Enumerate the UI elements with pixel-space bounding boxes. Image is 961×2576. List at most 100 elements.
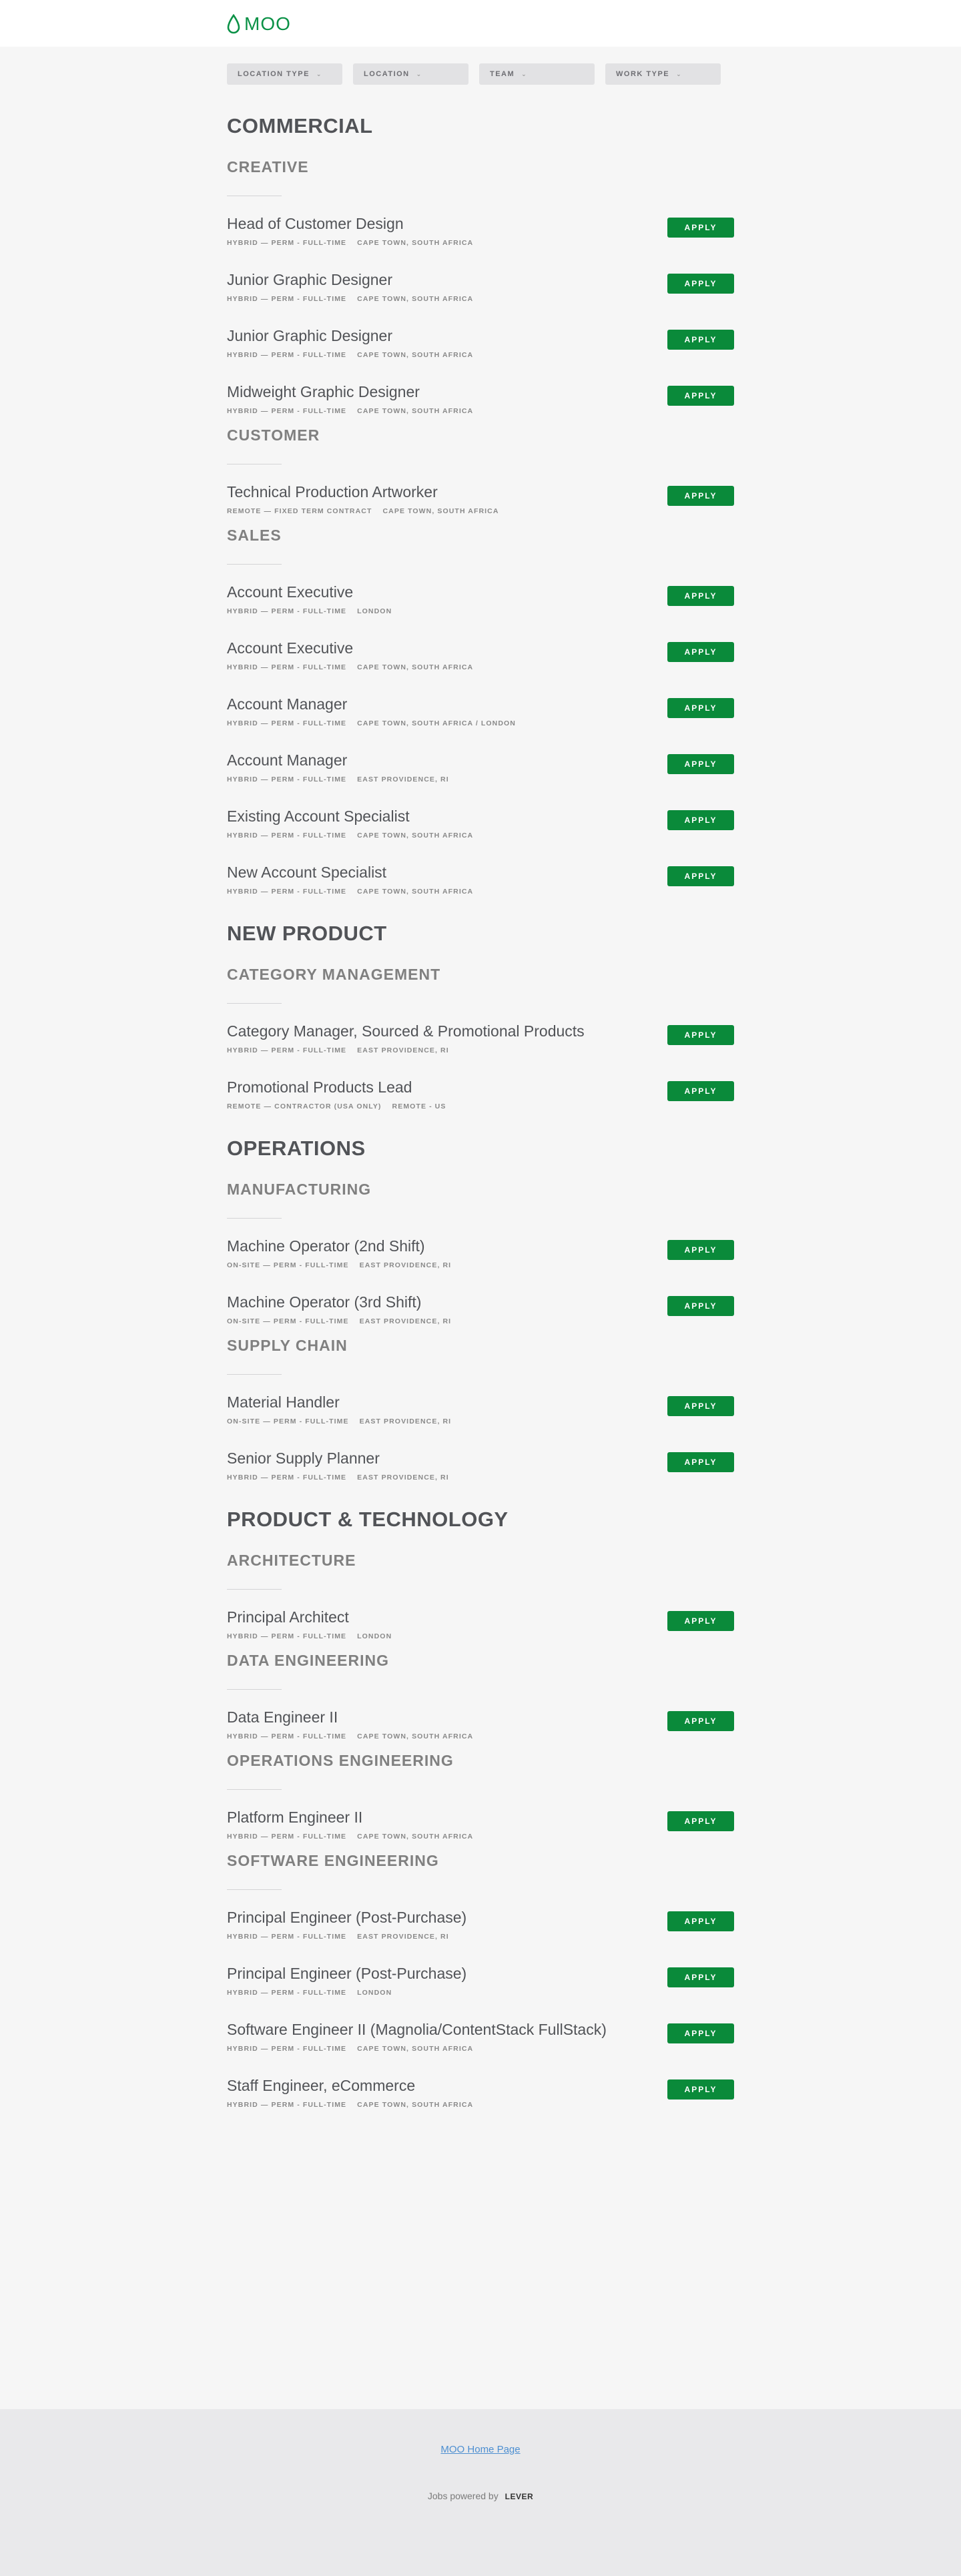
apply-button[interactable]: APPLY [667, 330, 734, 350]
job-posting[interactable]: Account Executive HYBRID — PERM - FULL-TI… [227, 583, 734, 633]
apply-button[interactable]: APPLY [667, 1711, 734, 1731]
apply-button[interactable]: APPLY [667, 2023, 734, 2043]
apply-button[interactable]: APPLY [667, 1081, 734, 1101]
job-title[interactable]: Machine Operator (3rd Shift) [227, 1293, 421, 1311]
job-title[interactable]: Senior Supply Planner [227, 1450, 380, 1468]
filter-team[interactable]: TEAM ⌄ [479, 63, 595, 85]
apply-button[interactable]: APPLY [667, 274, 734, 294]
job-title[interactable]: Platform Engineer II [227, 1809, 362, 1827]
job-meta: HYBRID — PERM - FULL-TIME CAPE TOWN, SOUT… [227, 719, 516, 727]
job-location: CAPE TOWN, SOUTH AFRICA [357, 832, 474, 840]
job-title[interactable]: Principal Architect [227, 1608, 349, 1626]
job-commitment: ON-SITE — PERM - FULL-TIME [227, 1417, 349, 1425]
department-heading: NEW PRODUCT [227, 922, 387, 945]
job-posting[interactable]: Staff Engineer, eCommerce HYBRID — PERM -… [227, 2077, 734, 2126]
job-title[interactable]: Junior Graphic Designer [227, 327, 392, 345]
job-posting[interactable]: Software Engineer II (Magnolia/ContentSt… [227, 2021, 734, 2070]
job-posting[interactable]: Category Manager, Sourced & Promotional … [227, 1022, 734, 1072]
job-title[interactable]: Material Handler [227, 1393, 340, 1411]
job-posting[interactable]: Junior Graphic Designer HYBRID — PERM - F… [227, 271, 734, 320]
apply-button[interactable]: APPLY [667, 698, 734, 718]
filter-location-type[interactable]: LOCATION TYPE ⌄ [227, 63, 342, 85]
job-posting[interactable]: Account Manager HYBRID — PERM - FULL-TIME… [227, 695, 734, 745]
job-commitment: ON-SITE — PERM - FULL-TIME [227, 1317, 349, 1325]
job-commitment: HYBRID — PERM - FULL-TIME [227, 1833, 347, 1841]
job-title[interactable]: Account Manager [227, 751, 347, 769]
job-title[interactable]: Principal Engineer (Post-Purchase) [227, 1909, 466, 1927]
team-divider [227, 1789, 282, 1790]
job-title[interactable]: Head of Customer Design [227, 215, 404, 233]
job-title[interactable]: Midweight Graphic Designer [227, 383, 420, 401]
apply-button[interactable]: APPLY [667, 754, 734, 774]
job-location: CAPE TOWN, SOUTH AFRICA [357, 2101, 474, 2109]
job-title[interactable]: Principal Engineer (Post-Purchase) [227, 1965, 466, 1983]
apply-button[interactable]: APPLY [667, 1611, 734, 1631]
team-heading: OPERATIONS ENGINEERING [227, 1752, 454, 1769]
apply-button[interactable]: APPLY [667, 486, 734, 506]
job-title[interactable]: Account Executive [227, 583, 353, 601]
team-heading: CUSTOMER [227, 426, 320, 444]
job-location: LONDON [357, 1632, 392, 1640]
job-title[interactable]: Account Executive [227, 639, 353, 657]
job-posting[interactable]: Junior Graphic Designer HYBRID — PERM - F… [227, 327, 734, 376]
job-title[interactable]: Junior Graphic Designer [227, 271, 392, 289]
apply-button[interactable]: APPLY [667, 866, 734, 886]
job-posting[interactable]: Head of Customer Design HYBRID — PERM - F… [227, 215, 734, 264]
job-commitment: HYBRID — PERM - FULL-TIME [227, 295, 347, 303]
apply-button[interactable]: APPLY [667, 642, 734, 662]
moo-logo[interactable]: MOO [227, 13, 291, 35]
job-posting[interactable]: Senior Supply Planner HYBRID — PERM - FUL… [227, 1450, 734, 1499]
apply-button[interactable]: APPLY [667, 386, 734, 406]
apply-button[interactable]: APPLY [667, 2079, 734, 2100]
apply-button[interactable]: APPLY [667, 1811, 734, 1831]
job-commitment: HYBRID — PERM - FULL-TIME [227, 775, 347, 783]
filter-location[interactable]: LOCATION ⌄ [353, 63, 468, 85]
apply-button[interactable]: APPLY [667, 1240, 734, 1260]
job-title[interactable]: Software Engineer II (Magnolia/ContentSt… [227, 2021, 607, 2039]
job-meta: HYBRID — PERM - FULL-TIME LONDON [227, 1632, 392, 1640]
apply-button[interactable]: APPLY [667, 218, 734, 238]
job-commitment: HYBRID — PERM - FULL-TIME [227, 239, 347, 247]
team-divider [227, 1589, 282, 1590]
apply-button[interactable]: APPLY [667, 1967, 734, 1987]
job-posting[interactable]: Principal Engineer (Post-Purchase) HYBRID… [227, 1909, 734, 1958]
job-meta: HYBRID — PERM - FULL-TIME CAPE TOWN, SOUT… [227, 1833, 473, 1841]
job-posting[interactable]: Account Executive HYBRID — PERM - FULL-TI… [227, 639, 734, 689]
job-meta: REMOTE — FIXED TERM CONTRACT CAPE TOWN, S… [227, 507, 499, 515]
job-title[interactable]: New Account Specialist [227, 864, 386, 882]
job-title[interactable]: Promotional Products Lead [227, 1078, 412, 1096]
job-title[interactable]: Machine Operator (2nd Shift) [227, 1237, 425, 1255]
job-location: CAPE TOWN, SOUTH AFRICA [357, 407, 474, 415]
job-posting[interactable]: Account Manager HYBRID — PERM - FULL-TIME… [227, 751, 734, 801]
team-heading: CATEGORY MANAGEMENT [227, 966, 441, 983]
job-posting[interactable]: New Account Specialist HYBRID — PERM - FU… [227, 864, 734, 913]
apply-button[interactable]: APPLY [667, 586, 734, 606]
apply-button[interactable]: APPLY [667, 810, 734, 830]
job-posting[interactable]: Existing Account Specialist HYBRID — PERM… [227, 808, 734, 857]
job-location: EAST PROVIDENCE, RI [357, 1046, 449, 1054]
logo-wordmark: MOO [244, 13, 291, 34]
lever-logo[interactable]: LEVER [505, 2492, 534, 2501]
moo-home-link[interactable]: MOO Home Page [0, 2444, 961, 2455]
job-location: LONDON [357, 607, 392, 615]
apply-button[interactable]: APPLY [667, 1296, 734, 1316]
job-meta: HYBRID — PERM - FULL-TIME EAST PROVIDENCE… [227, 1474, 449, 1482]
job-title[interactable]: Data Engineer II [227, 1708, 338, 1726]
job-posting[interactable]: Principal Engineer (Post-Purchase) HYBRID… [227, 1965, 734, 2014]
job-title[interactable]: Category Manager, Sourced & Promotional … [227, 1022, 585, 1040]
job-title[interactable]: Technical Production Artworker [227, 483, 438, 501]
job-title[interactable]: Existing Account Specialist [227, 808, 410, 826]
apply-button[interactable]: APPLY [667, 1452, 734, 1472]
apply-button[interactable]: APPLY [667, 1025, 734, 1045]
job-title[interactable]: Staff Engineer, eCommerce [227, 2077, 415, 2095]
job-title[interactable]: Account Manager [227, 695, 347, 713]
apply-button[interactable]: APPLY [667, 1396, 734, 1416]
job-posting[interactable]: Technical Production Artworker REMOTE — F… [227, 483, 734, 533]
job-posting[interactable]: Machine Operator (2nd Shift) ON-SITE — PE… [227, 1237, 734, 1287]
job-posting[interactable]: Material Handler ON-SITE — PERM - FULL-TI… [227, 1393, 734, 1443]
job-meta: HYBRID — PERM - FULL-TIME EAST PROVIDENCE… [227, 1046, 449, 1054]
filter-work-type[interactable]: WORK TYPE ⌄ [605, 63, 721, 85]
team-divider [227, 1374, 282, 1375]
apply-button[interactable]: APPLY [667, 1911, 734, 1931]
job-posting[interactable]: Promotional Products Lead REMOTE — CONTRA… [227, 1078, 734, 1128]
